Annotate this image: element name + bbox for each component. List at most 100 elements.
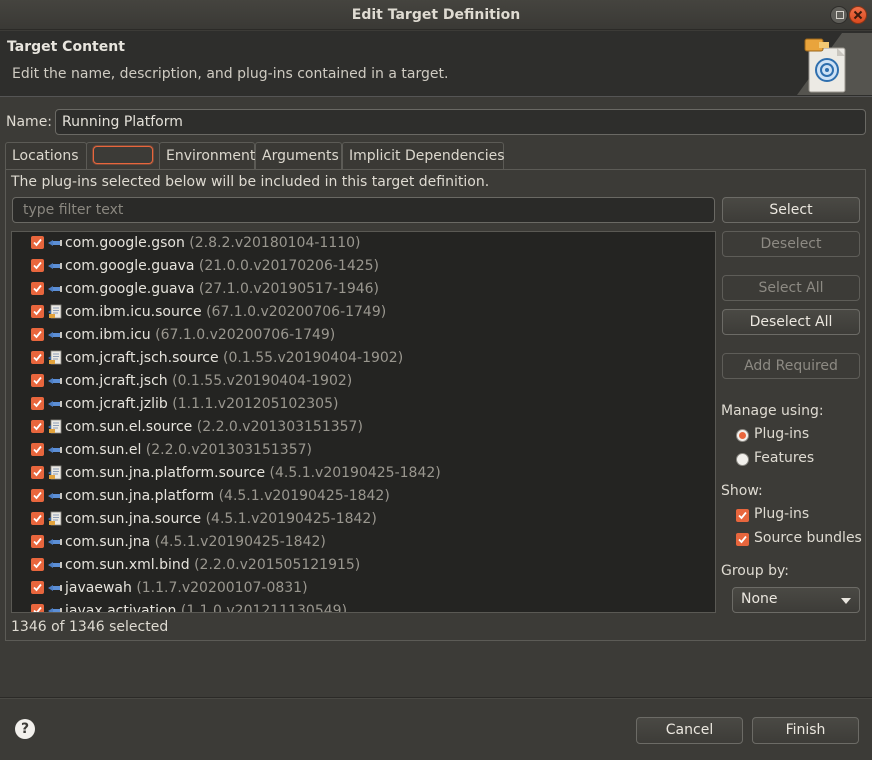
checkbox-checked-icon[interactable] (31, 443, 44, 456)
list-item[interactable]: com.sun.jna.platform.source (4.5.1.v2019… (12, 462, 715, 485)
list-item[interactable]: com.jcraft.jzlib (1.1.1.v201205102305) (12, 393, 715, 416)
add-required-button[interactable]: Add Required (722, 353, 860, 379)
group-by-value: None (741, 591, 778, 607)
tab-implicit-dependencies[interactable]: Implicit Dependencies (342, 142, 505, 169)
list-item[interactable]: com.ibm.icu.source (67.1.0.v20200706-174… (12, 301, 715, 324)
name-field[interactable] (55, 109, 866, 135)
plugin-name: com.google.guava (65, 281, 195, 297)
list-item[interactable]: com.jcraft.jsch (0.1.55.v20190404-1902) (12, 370, 715, 393)
tab-locations[interactable]: Locations (5, 142, 87, 169)
maximize-button[interactable] (830, 6, 848, 24)
list-item[interactable]: com.google.guava (21.0.0.v20170206-1425) (12, 255, 715, 278)
checkbox-checked-icon[interactable] (31, 236, 44, 249)
tab-environment[interactable]: Environment (159, 142, 255, 169)
plugin-version: (4.5.1.v20190425-1842) (269, 465, 441, 481)
radio-selected-icon (736, 429, 749, 442)
deselect-button[interactable]: Deselect (722, 231, 860, 257)
list-item[interactable]: javaewah (1.1.7.v20200107-0831) (12, 577, 715, 600)
checkbox-checked-icon[interactable] (31, 558, 44, 571)
list-item[interactable]: com.sun.jna.platform (4.5.1.v20190425-18… (12, 485, 715, 508)
plugin-name: com.jcraft.jsch (65, 373, 168, 389)
wizard-header: Target Content Edit the name, descriptio… (0, 31, 872, 97)
help-button[interactable]: ? (15, 719, 35, 739)
plugin-label: com.ibm.icu (67.1.0.v20200706-1749) (65, 327, 335, 343)
close-button[interactable] (849, 6, 867, 24)
radio-label: Plug-ins (754, 426, 810, 442)
checkbox-checked-icon[interactable] (31, 604, 44, 612)
plugin-name: javax.activation (65, 603, 177, 613)
list-item[interactable]: com.ibm.icu (67.1.0.v20200706-1749) (12, 324, 715, 347)
plugin-icon (47, 327, 64, 343)
plugin-label: com.google.guava (21.0.0.v20170206-1425) (65, 258, 379, 274)
plugin-version: (67.1.0.v20200706-1749) (155, 327, 336, 343)
plugin-name: javaewah (65, 580, 132, 596)
plugin-label: com.sun.jna (4.5.1.v20190425-1842) (65, 534, 326, 550)
plugin-name: com.sun.jna.source (65, 511, 202, 527)
checkbox-checked-icon[interactable] (31, 420, 44, 433)
checkbox-checked-icon[interactable] (31, 466, 44, 479)
select-all-button[interactable]: Select All (722, 275, 860, 301)
selection-count: 1346 of 1346 selected (11, 619, 169, 635)
title-bar[interactable]: Edit Target Definition (0, 0, 872, 30)
select-button[interactable]: Select (722, 197, 860, 223)
list-item[interactable]: com.sun.jna (4.5.1.v20190425-1842) (12, 531, 715, 554)
tab-label-edit-field[interactable] (93, 146, 153, 164)
checkbox-checked-icon[interactable] (31, 397, 44, 410)
plugin-icon (47, 442, 64, 458)
checkbox-checked-icon[interactable] (31, 374, 44, 387)
plugin-label: javaewah (1.1.7.v20200107-0831) (65, 580, 308, 596)
cancel-button[interactable]: Cancel (636, 717, 743, 744)
plugin-name: com.jcraft.jzlib (65, 396, 168, 412)
tab-label: Arguments (262, 148, 339, 164)
footer-separator (0, 697, 872, 699)
plugin-name: com.sun.jna.platform.source (65, 465, 266, 481)
filter-input[interactable] (12, 197, 715, 223)
checkbox-checked-icon[interactable] (31, 512, 44, 525)
checkbox-checked-icon[interactable] (31, 351, 44, 364)
radio-unselected-icon (736, 453, 749, 466)
finish-button[interactable]: Finish (752, 717, 859, 744)
list-item[interactable]: com.sun.el (2.2.0.v201303151357) (12, 439, 715, 462)
group-by-select[interactable]: None (732, 587, 860, 613)
plugin-version: (0.1.55.v20190404-1902) (223, 350, 404, 366)
list-item[interactable]: com.sun.jna.source (4.5.1.v20190425-1842… (12, 508, 715, 531)
source-bundle-icon (47, 350, 64, 366)
list-item[interactable]: com.jcraft.jsch.source (0.1.55.v20190404… (12, 347, 715, 370)
plugin-icon (47, 557, 64, 573)
list-item[interactable]: com.google.guava (27.1.0.v20190517-1946) (12, 278, 715, 301)
plugin-version: (21.0.0.v20170206-1425) (198, 258, 380, 274)
checkbox-checked-icon[interactable] (31, 259, 44, 272)
list-item[interactable]: com.sun.xml.bind (2.2.0.v201505121915) (12, 554, 715, 577)
list-item[interactable]: com.sun.el.source (2.2.0.v201303151357) (12, 416, 715, 439)
source-bundle-icon (47, 465, 64, 481)
list-item[interactable]: com.google.gson (2.8.2.v20180104-1110) (12, 232, 715, 255)
plugin-version: (2.2.0.v201303151357) (145, 442, 312, 458)
plugin-label: com.sun.el (2.2.0.v201303151357) (65, 442, 312, 458)
plugin-name: com.sun.el (65, 442, 142, 458)
plugin-label: com.sun.el.source (2.2.0.v201303151357) (65, 419, 363, 435)
plugin-label: com.google.guava (27.1.0.v20190517-1946) (65, 281, 379, 297)
checkbox-checked-icon[interactable] (31, 581, 44, 594)
deselect-all-button[interactable]: Deselect All (722, 309, 860, 335)
plugin-label: com.sun.xml.bind (2.2.0.v201505121915) (65, 557, 360, 573)
plugin-version: (4.5.1.v20190425-1842) (218, 488, 390, 504)
tab-arguments[interactable]: Arguments (255, 142, 342, 169)
plugin-version: (27.1.0.v20190517-1946) (198, 281, 380, 297)
plugin-version: (4.5.1.v20190425-1842) (205, 511, 377, 527)
tab-content[interactable] (86, 142, 160, 170)
plugin-name: com.sun.jna (65, 534, 151, 550)
checkbox-label: Plug-ins (754, 506, 810, 522)
checkbox-checked-icon[interactable] (31, 282, 44, 295)
plugin-tree[interactable]: com.google.gson (2.8.2.v20180104-1110) co… (11, 231, 716, 613)
plugin-label: com.jcraft.jsch (0.1.55.v20190404-1902) (65, 373, 352, 389)
plugin-version: (67.1.0.v20200706-1749) (206, 304, 387, 320)
checkbox-checked-icon[interactable] (31, 305, 44, 318)
checkbox-checked-icon[interactable] (31, 328, 44, 341)
plugin-version: (2.2.0.v201303151357) (196, 419, 363, 435)
checkbox-checked-icon[interactable] (31, 489, 44, 502)
checkbox-checked-icon[interactable] (31, 535, 44, 548)
plugin-label: javax.activation (1.1.0.v201211130549) (65, 603, 347, 613)
target-definition-icon (797, 33, 872, 95)
list-item[interactable]: javax.activation (1.1.0.v201211130549) (12, 600, 715, 613)
plugin-label: com.sun.jna.source (4.5.1.v20190425-1842… (65, 511, 377, 527)
